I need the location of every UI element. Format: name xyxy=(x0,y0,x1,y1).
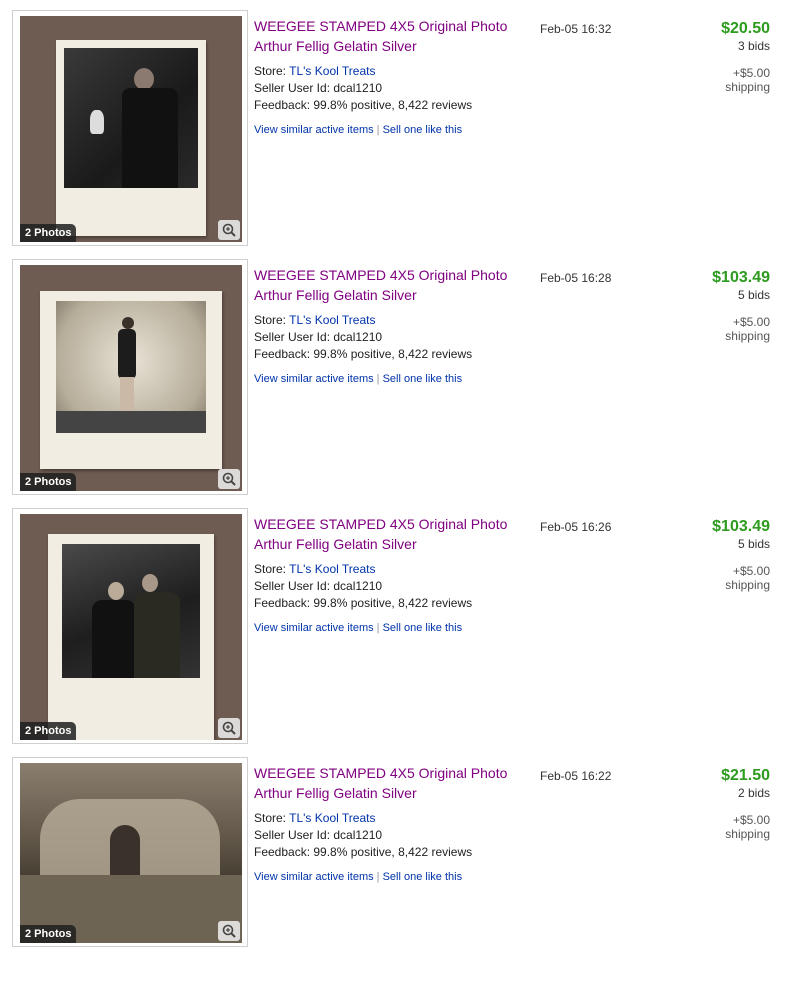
listing-links: View similar active items | Sell one lik… xyxy=(254,373,463,385)
shipping-cost: +$5.00 shipping xyxy=(725,66,770,94)
view-similar-link[interactable]: View similar active items xyxy=(254,622,374,634)
store-link[interactable]: TL's Kool Treats xyxy=(289,64,375,78)
current-price: $20.50 xyxy=(721,20,770,37)
thumbnail-photo: 2 Photos xyxy=(20,514,242,740)
photo-count-badge: 2 Photos xyxy=(20,722,77,740)
store-link[interactable]: TL's Kool Treats xyxy=(289,562,375,576)
view-similar-link[interactable]: View similar active items xyxy=(254,124,374,136)
view-similar-link[interactable]: View similar active items xyxy=(254,373,374,385)
bid-count: 5 bids xyxy=(737,537,770,551)
end-date: Feb-05 16:26 xyxy=(540,520,612,534)
listing-row: 2 Photos WEEGEE STAMPED 4X5 Original Pho… xyxy=(0,10,794,259)
photo-count-badge: 2 Photos xyxy=(20,925,77,943)
listing-title-link[interactable]: WEEGEE STAMPED 4X5 Original Photo Arthur… xyxy=(254,514,524,554)
current-price: $21.50 xyxy=(721,767,770,784)
seller-id: Seller User Id: dcal1210 xyxy=(254,579,383,593)
zoom-magnifier-icon[interactable] xyxy=(218,921,240,941)
shipping-cost: +$5.00 shipping xyxy=(725,564,770,592)
sell-one-link[interactable]: Sell one like this xyxy=(383,124,463,136)
sell-one-link[interactable]: Sell one like this xyxy=(383,871,463,883)
print-image xyxy=(64,48,198,188)
seller-feedback: Feedback: 99.8% positive, 8,422 reviews xyxy=(254,596,473,610)
vintage-print xyxy=(56,40,206,236)
thumbnail-photo: 2 Photos xyxy=(20,265,242,491)
store-line: Store: TL's Kool Treats xyxy=(254,562,376,576)
store-line: Store: TL's Kool Treats xyxy=(254,313,376,327)
vintage-print xyxy=(48,534,214,740)
shipping-cost: +$5.00 shipping xyxy=(725,315,770,343)
end-date: Feb-05 16:32 xyxy=(540,22,612,36)
listing-title-link[interactable]: WEEGEE STAMPED 4X5 Original Photo Arthur… xyxy=(254,763,524,803)
sell-one-link[interactable]: Sell one like this xyxy=(383,373,463,385)
view-similar-link[interactable]: View similar active items xyxy=(254,871,374,883)
listing-thumbnail[interactable]: 2 Photos xyxy=(12,259,248,495)
listing-links: View similar active items | Sell one lik… xyxy=(254,871,463,883)
thumbnail-photo: 2 Photos xyxy=(20,16,242,242)
sell-one-link[interactable]: Sell one like this xyxy=(383,622,463,634)
current-price: $103.49 xyxy=(712,269,770,286)
listing-links: View similar active items | Sell one lik… xyxy=(254,622,463,634)
listing-title-link[interactable]: WEEGEE STAMPED 4X5 Original Photo Arthur… xyxy=(254,16,524,56)
zoom-magnifier-icon[interactable] xyxy=(218,220,240,240)
listing-row: 2 Photos WEEGEE STAMPED 4X5 Original Pho… xyxy=(0,757,794,1006)
store-line: Store: TL's Kool Treats xyxy=(254,64,376,78)
seller-id: Seller User Id: dcal1210 xyxy=(254,330,383,344)
bid-count: 2 bids xyxy=(737,786,770,800)
vintage-print xyxy=(40,291,222,469)
photo-count-badge: 2 Photos xyxy=(20,224,77,242)
print-image xyxy=(56,301,206,433)
end-date: Feb-05 16:22 xyxy=(540,769,612,783)
listing-links: View similar active items | Sell one lik… xyxy=(254,124,463,136)
listing-thumbnail[interactable]: 2 Photos xyxy=(12,508,248,744)
seller-feedback: Feedback: 99.8% positive, 8,422 reviews xyxy=(254,845,473,859)
print-image xyxy=(20,763,242,943)
thumbnail-photo: 2 Photos xyxy=(20,763,242,943)
bid-count: 5 bids xyxy=(737,288,770,302)
seller-feedback: Feedback: 99.8% positive, 8,422 reviews xyxy=(254,347,473,361)
listing-title-link[interactable]: WEEGEE STAMPED 4X5 Original Photo Arthur… xyxy=(254,265,524,305)
store-link[interactable]: TL's Kool Treats xyxy=(289,811,375,825)
store-link[interactable]: TL's Kool Treats xyxy=(289,313,375,327)
shipping-cost: +$5.00 shipping xyxy=(725,813,770,841)
zoom-magnifier-icon[interactable] xyxy=(218,469,240,489)
zoom-magnifier-icon[interactable] xyxy=(218,718,240,738)
seller-feedback: Feedback: 99.8% positive, 8,422 reviews xyxy=(254,98,473,112)
listing-row: 2 Photos WEEGEE STAMPED 4X5 Original Pho… xyxy=(0,508,794,757)
seller-id: Seller User Id: dcal1210 xyxy=(254,828,383,842)
photo-count-badge: 2 Photos xyxy=(20,473,77,491)
listing-thumbnail[interactable]: 2 Photos xyxy=(12,10,248,246)
current-price: $103.49 xyxy=(712,518,770,535)
seller-id: Seller User Id: dcal1210 xyxy=(254,81,383,95)
end-date: Feb-05 16:28 xyxy=(540,271,612,285)
print-image xyxy=(62,544,200,678)
store-line: Store: TL's Kool Treats xyxy=(254,811,376,825)
bid-count: 3 bids xyxy=(737,39,770,53)
listing-row: 2 Photos WEEGEE STAMPED 4X5 Original Pho… xyxy=(0,259,794,508)
listing-thumbnail[interactable]: 2 Photos xyxy=(12,757,248,947)
